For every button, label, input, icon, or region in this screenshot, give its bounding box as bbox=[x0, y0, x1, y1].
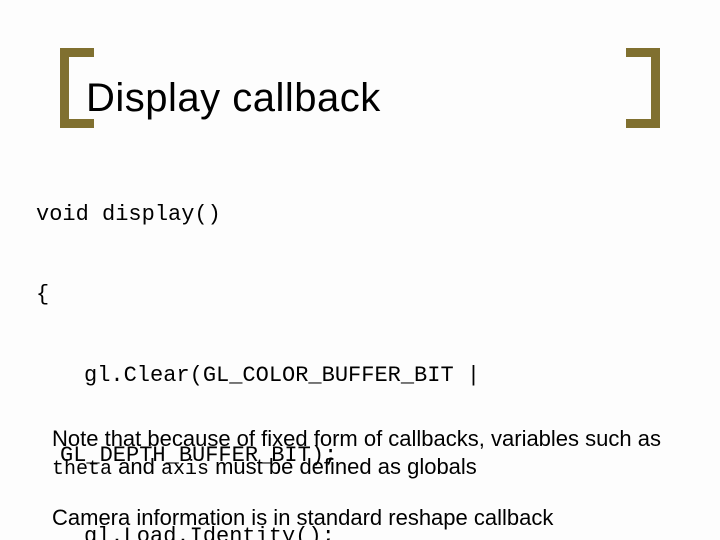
code-line: { bbox=[36, 282, 559, 309]
code-line: void display() bbox=[36, 202, 559, 229]
note-text-2: Camera information is in standard reshap… bbox=[52, 505, 672, 531]
note-text: must be defined as globals bbox=[209, 454, 477, 479]
note-text: and bbox=[112, 454, 161, 479]
slide-title: Display callback bbox=[86, 76, 381, 121]
note-text: Note that because of fixed form of callb… bbox=[52, 426, 661, 451]
slide: Display callback void display() { gl.Cle… bbox=[0, 0, 720, 540]
inline-code: theta bbox=[52, 458, 112, 481]
title-area: Display callback bbox=[60, 48, 660, 128]
inline-code: axis bbox=[161, 458, 209, 481]
code-line: gl.Clear(GL_COLOR_BUFFER_BIT | bbox=[36, 363, 559, 390]
bracket-right-icon bbox=[626, 48, 660, 128]
note-text-1: Note that because of fixed form of callb… bbox=[52, 425, 672, 482]
